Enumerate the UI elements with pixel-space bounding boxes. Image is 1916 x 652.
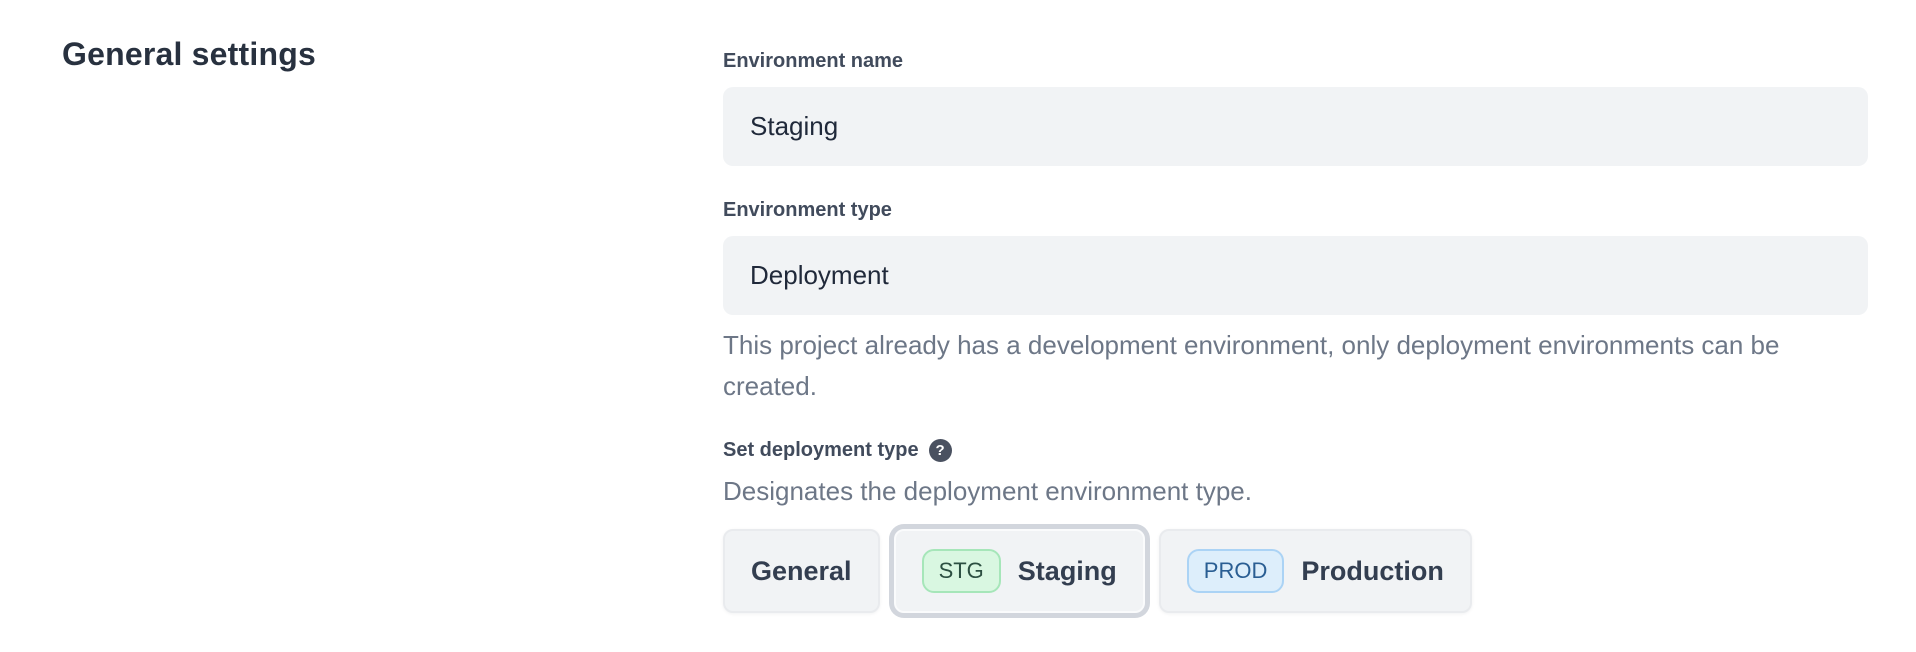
stg-badge: STG — [922, 549, 1001, 593]
deployment-type-label-row: Set deployment type ? — [723, 437, 1868, 464]
settings-form: Environment name Environment type This p… — [723, 48, 1868, 613]
deployment-type-label: Set deployment type — [723, 437, 919, 464]
environment-name-label: Environment name — [723, 48, 1868, 75]
environment-type-input[interactable] — [723, 236, 1868, 315]
deployment-type-description: Designates the deployment environment ty… — [723, 473, 1868, 509]
question-mark-icon[interactable]: ? — [929, 439, 952, 462]
deployment-type-option-production[interactable]: PROD Production — [1159, 529, 1472, 613]
deployment-type-option-general-label: General — [751, 556, 852, 587]
deployment-type-option-staging[interactable]: STG Staging — [894, 529, 1145, 613]
environment-name-input[interactable] — [723, 87, 1868, 166]
environment-type-label: Environment type — [723, 197, 1868, 224]
environment-type-helper-text: This project already has a development e… — [723, 325, 1868, 407]
deployment-type-option-general[interactable]: General — [723, 529, 880, 613]
prod-badge: PROD — [1187, 549, 1285, 593]
deployment-type-options: General STG Staging PROD Production — [723, 529, 1868, 613]
deployment-type-option-staging-label: Staging — [1018, 556, 1117, 587]
page-title: General settings — [62, 36, 316, 73]
deployment-type-option-production-label: Production — [1301, 556, 1444, 587]
